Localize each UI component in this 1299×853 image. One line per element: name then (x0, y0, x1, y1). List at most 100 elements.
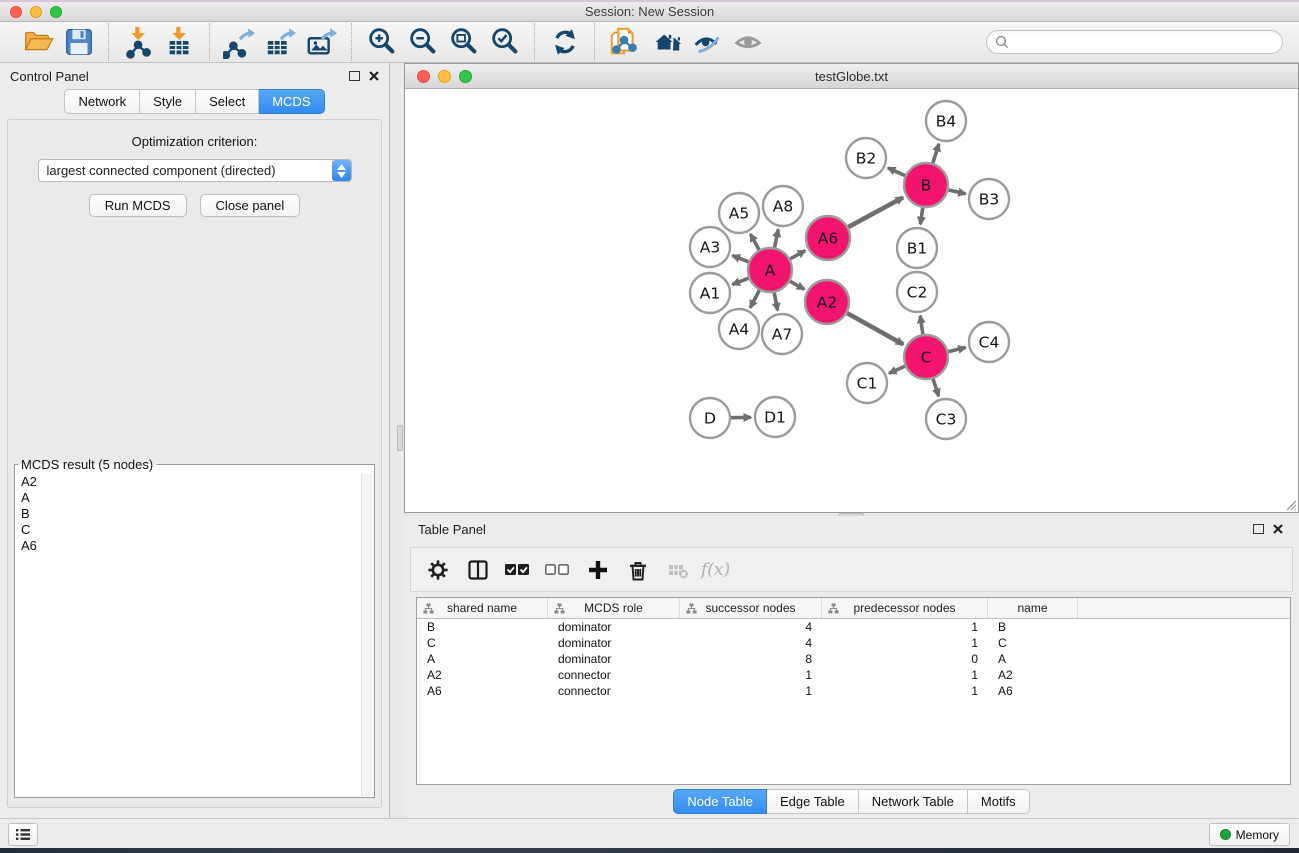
mcds-result-item[interactable]: A6 (16, 538, 361, 554)
tab-node-table[interactable]: Node Table (673, 789, 767, 814)
table-cell[interactable]: 1 (822, 636, 988, 650)
tab-select[interactable]: Select (196, 89, 259, 114)
graph-edge-C-C1[interactable] (889, 366, 905, 373)
graph-node-A8[interactable]: A8 (763, 186, 803, 226)
gear-icon[interactable] (423, 555, 453, 585)
trash-icon[interactable] (623, 555, 653, 585)
column-header-MCDS-role[interactable]: MCDS role (548, 598, 680, 618)
close-panel-button[interactable]: Close panel (200, 194, 301, 217)
run-mcds-button[interactable]: Run MCDS (89, 194, 187, 217)
column-header-predecessor-nodes[interactable]: predecessor nodes (822, 598, 988, 618)
graph-edge-A-A5[interactable] (750, 234, 759, 250)
tab-motifs[interactable]: Motifs (968, 789, 1030, 814)
table-cell[interactable]: 1 (822, 620, 988, 634)
zoom-selected-icon[interactable] (484, 24, 525, 60)
unchecked-pair-icon[interactable] (543, 555, 573, 585)
graph-node-C2[interactable]: C2 (897, 272, 937, 312)
plus-icon[interactable] (583, 555, 613, 585)
graph-edge-A-A7[interactable] (774, 293, 777, 311)
table-cell[interactable]: A2 (988, 668, 1078, 682)
graph-node-C[interactable]: C (904, 335, 948, 379)
graph-edge-A-A6[interactable] (790, 251, 805, 259)
graph-node-B4[interactable]: B4 (926, 101, 966, 141)
graph-node-A6[interactable]: A6 (806, 216, 850, 260)
table-close-panel-icon[interactable] (1273, 524, 1283, 534)
table-cell[interactable]: A (417, 652, 548, 666)
graph-edge-A-A4[interactable] (750, 290, 759, 307)
table-cell[interactable]: 0 (822, 652, 988, 666)
graph-edge-A6-B[interactable] (848, 197, 903, 227)
tab-style[interactable]: Style (140, 89, 196, 114)
column-header-successor-nodes[interactable]: successor nodes (680, 598, 822, 618)
table-cell[interactable]: dominator (548, 636, 680, 650)
graph-node-A2[interactable]: A2 (805, 280, 849, 324)
graph-node-A5[interactable]: A5 (719, 193, 759, 233)
graph-edge-C-C3[interactable] (933, 379, 939, 396)
vertical-splitter-grip[interactable] (397, 425, 403, 451)
table-cell[interactable]: B (417, 620, 548, 634)
table-cell[interactable]: 1 (822, 684, 988, 698)
graph-edge-B-B3[interactable] (948, 190, 965, 194)
table-cell[interactable]: 4 (680, 620, 822, 634)
graph-node-B2[interactable]: B2 (846, 138, 886, 178)
table-cell[interactable]: connector (548, 684, 680, 698)
tab-edge-table[interactable]: Edge Table (767, 789, 859, 814)
table-float-panel-icon[interactable] (1253, 524, 1264, 534)
table-cell[interactable]: 4 (680, 636, 822, 650)
graph-node-D1[interactable]: D1 (755, 397, 795, 437)
export-image-icon[interactable] (301, 24, 342, 60)
table-cell[interactable]: dominator (548, 652, 680, 666)
resize-grip-icon[interactable] (1283, 497, 1296, 510)
column-header-name[interactable]: name (988, 598, 1078, 618)
table-row[interactable]: A6connector11A6 (417, 683, 1290, 699)
table-delete-icon[interactable] (663, 555, 693, 585)
graph-node-B3[interactable]: B3 (969, 179, 1009, 219)
table-cell[interactable]: B (988, 620, 1078, 634)
network-canvas[interactable]: B4B2BB3A5A8A6B1A3AC2A1A2A4A7C4CC1C3DD1 (405, 90, 1298, 512)
graph-edge-B-B1[interactable] (920, 208, 922, 224)
search-input[interactable] (1015, 35, 1274, 50)
network-window-titlebar[interactable]: testGlobe.txt (405, 64, 1298, 89)
memory-button[interactable]: Memory (1209, 823, 1290, 846)
mcds-result-item[interactable]: C (16, 522, 361, 538)
function-builder-button[interactable]: f(x) (701, 560, 730, 580)
save-session-icon[interactable] (58, 24, 99, 60)
graph-edge-B-B4[interactable] (933, 144, 939, 163)
graph-edge-C-C2[interactable] (920, 316, 923, 334)
zoom-fit-icon[interactable] (443, 24, 484, 60)
table-cell[interactable]: dominator (548, 620, 680, 634)
graph-node-C3[interactable]: C3 (926, 399, 966, 439)
graph-node-A7[interactable]: A7 (762, 314, 802, 354)
table-cell[interactable]: A6 (417, 684, 548, 698)
mcds-result-item[interactable]: B (16, 506, 361, 522)
table-cell[interactable]: 1 (822, 668, 988, 682)
tab-network-table[interactable]: Network Table (859, 789, 968, 814)
houses-icon[interactable] (645, 24, 686, 60)
table-cell[interactable]: 8 (680, 652, 822, 666)
graph-node-A3[interactable]: A3 (690, 227, 730, 267)
graph-node-A4[interactable]: A4 (719, 309, 759, 349)
table-cell[interactable]: 1 (680, 684, 822, 698)
import-network-icon[interactable] (118, 24, 159, 60)
export-table-icon[interactable] (260, 24, 301, 60)
table-cell[interactable]: 1 (680, 668, 822, 682)
float-panel-icon[interactable] (349, 71, 360, 81)
open-session-folder-icon[interactable] (17, 24, 58, 60)
table-row[interactable]: Cdominator41C (417, 635, 1290, 651)
close-panel-icon[interactable] (369, 71, 379, 81)
graph-edge-A-A8[interactable] (775, 230, 779, 248)
table-cell[interactable]: A2 (417, 668, 548, 682)
table-cell[interactable]: C (988, 636, 1078, 650)
search-box[interactable] (986, 30, 1283, 54)
graph-edge-A-A1[interactable] (732, 278, 748, 284)
table-row[interactable]: Bdominator41B (417, 619, 1290, 635)
graph-node-C1[interactable]: C1 (847, 363, 887, 403)
column-header-shared-name[interactable]: shared name (417, 598, 548, 618)
mcds-result-item[interactable]: A (16, 490, 361, 506)
graph-node-A[interactable]: A (748, 248, 792, 292)
graph-node-C4[interactable]: C4 (969, 322, 1009, 362)
graph-edge-A-A2[interactable] (790, 281, 804, 289)
graph-node-A1[interactable]: A1 (690, 273, 730, 313)
table-cell[interactable]: A (988, 652, 1078, 666)
zoom-out-icon[interactable] (402, 24, 443, 60)
